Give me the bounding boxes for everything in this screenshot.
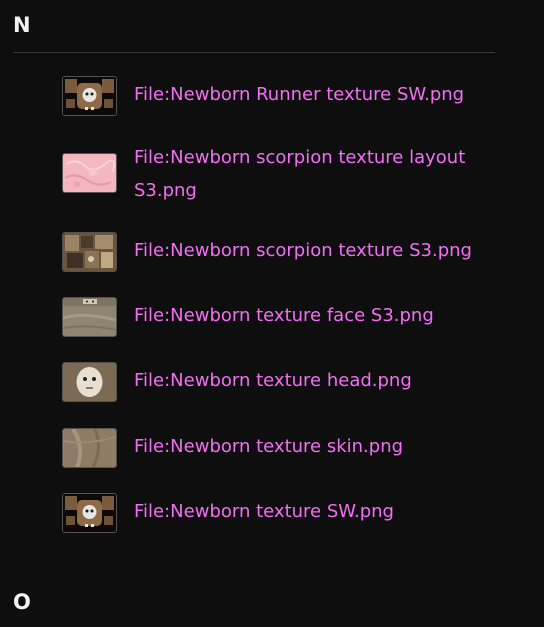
file-link[interactable]: File:Newborn texture skin.png — [134, 430, 479, 463]
skin-texture-thumbnail[interactable] — [62, 428, 117, 468]
list-item[interactable]: File:Newborn Runner texture SW.png — [62, 76, 479, 116]
runner-texture-thumbnail[interactable] — [62, 76, 117, 116]
file-index-page: N File:Newborn Runner texture SW.png Fil… — [0, 0, 544, 627]
sw-texture-thumbnail[interactable] — [62, 493, 117, 533]
list-item[interactable]: File:Newborn texture head.png — [62, 362, 479, 402]
list-item[interactable]: File:Newborn scorpion texture S3.png — [62, 232, 479, 272]
file-link[interactable]: File:Newborn texture face S3.png — [134, 299, 479, 332]
head-texture-thumbnail[interactable] — [62, 362, 117, 402]
section-heading-n: N — [13, 13, 31, 37]
list-item[interactable]: File:Newborn scorpion texture layout S3.… — [62, 141, 479, 207]
file-link[interactable]: File:Newborn texture head.png — [134, 364, 479, 397]
list-item[interactable]: File:Newborn texture skin.png — [62, 428, 479, 468]
scorpion-texture-thumbnail[interactable] — [62, 232, 117, 272]
section-divider — [13, 52, 495, 53]
section-heading-o: O — [13, 590, 31, 614]
file-link[interactable]: File:Newborn scorpion texture S3.png — [134, 234, 479, 267]
file-link[interactable]: File:Newborn texture SW.png — [134, 495, 479, 528]
pink-layout-thumbnail[interactable] — [62, 153, 117, 193]
file-link[interactable]: File:Newborn Runner texture SW.png — [134, 78, 479, 111]
file-link[interactable]: File:Newborn scorpion texture layout S3.… — [134, 141, 479, 207]
face-texture-thumbnail[interactable] — [62, 297, 117, 337]
list-item[interactable]: File:Newborn texture face S3.png — [62, 297, 479, 337]
list-item[interactable]: File:Newborn texture SW.png — [62, 493, 479, 533]
